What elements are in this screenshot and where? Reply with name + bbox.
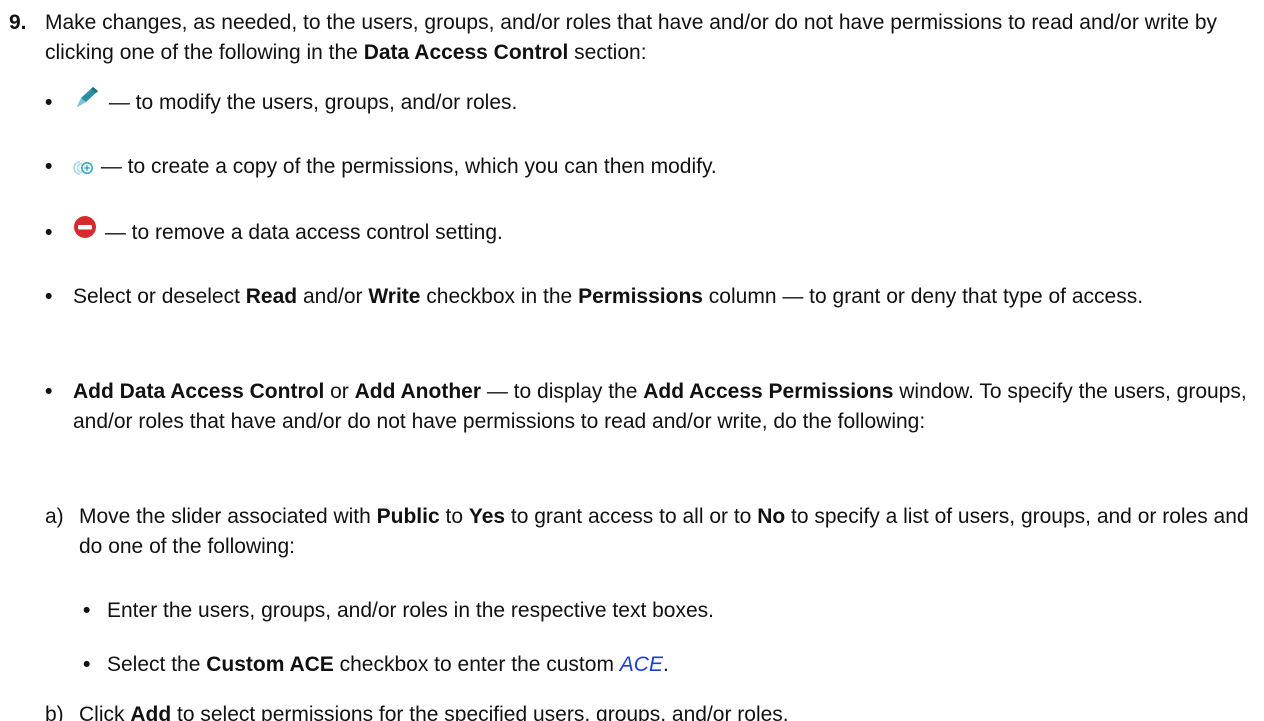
- bold-run: Add Another: [354, 380, 481, 403]
- bullet-dot: •: [45, 380, 53, 403]
- bullet-dot: •: [45, 155, 53, 178]
- bullet-dot: •: [45, 221, 53, 244]
- text-run: Select or deselect: [73, 285, 246, 308]
- text-run: and/or: [297, 285, 369, 308]
- list-item-text: — to modify the users, groups, and/or ro…: [73, 86, 1253, 118]
- substep-letter: a): [45, 505, 64, 528]
- text-run: Click: [79, 703, 131, 721]
- list-item-text: Enter the users, groups, and/or roles in…: [107, 596, 1247, 626]
- bold-run: Permissions: [578, 285, 703, 308]
- text-run: to: [439, 505, 469, 528]
- bullet-dot: •: [45, 91, 53, 114]
- bullet-dot: •: [45, 285, 53, 308]
- step-intro-bold: Data Access Control: [363, 41, 569, 64]
- bold-run: No: [757, 505, 786, 528]
- text-run: or: [324, 380, 355, 403]
- bold-run: Public: [376, 505, 440, 528]
- bullet-dot: •: [83, 653, 91, 676]
- step-number: 9.: [9, 11, 27, 34]
- edit-description: — to modify the users, groups, and/or ro…: [103, 91, 518, 114]
- substep-text: Move the slider associated with Public t…: [79, 502, 1255, 562]
- text-run: .: [662, 653, 669, 676]
- text-run: Move the slider associated with: [79, 505, 377, 528]
- list-item-text: — to create a copy of the permissions, w…: [73, 152, 1253, 182]
- copy-description: — to create a copy of the permissions, w…: [95, 155, 717, 178]
- step-intro-text-end: section:: [568, 41, 647, 64]
- text-run: to select permissions for the specified …: [171, 703, 789, 721]
- list-item-text: Select the Custom ACE checkbox to enter …: [107, 650, 1247, 680]
- bold-run: Read: [245, 285, 298, 308]
- text-run: Select the: [107, 653, 207, 676]
- bold-run: Write: [368, 285, 421, 308]
- bold-run: Add Data Access Control: [73, 380, 325, 403]
- text-run: to grant access to all or to: [505, 505, 758, 528]
- text-run: checkbox in the: [420, 285, 579, 308]
- copy-icon: [73, 156, 95, 176]
- step-intro: Make changes, as needed, to the users, g…: [45, 8, 1260, 68]
- list-item-text: Add Data Access Control or Add Another —…: [73, 377, 1253, 437]
- bullet-dot: •: [83, 599, 91, 622]
- text-run: checkbox to enter the custom: [333, 653, 620, 676]
- bold-run: Custom ACE: [206, 653, 334, 676]
- remove-icon: [73, 215, 99, 241]
- bold-run: Add Access Permissions: [643, 380, 894, 403]
- bold-run: Yes: [468, 505, 506, 528]
- text-run: — to display the: [481, 380, 644, 403]
- list-item-text: — to remove a data access control settin…: [73, 215, 1253, 248]
- remove-description: — to remove a data access control settin…: [99, 221, 503, 244]
- text-run: column — to grant or deny that type of a…: [702, 285, 1144, 308]
- text-run: Enter the users, groups, and/or roles in…: [107, 599, 714, 622]
- substep-text: Click Add to select permissions for the …: [79, 700, 1255, 721]
- pencil-icon: [73, 86, 103, 110]
- ace-link[interactable]: ACE: [620, 653, 663, 676]
- procedure-step: 9. Make changes, as needed, to the users…: [0, 0, 1264, 721]
- bold-run: Add: [130, 703, 172, 721]
- substep-letter: b): [45, 703, 64, 721]
- list-item-text: Select or deselect Read and/or Write che…: [73, 282, 1253, 312]
